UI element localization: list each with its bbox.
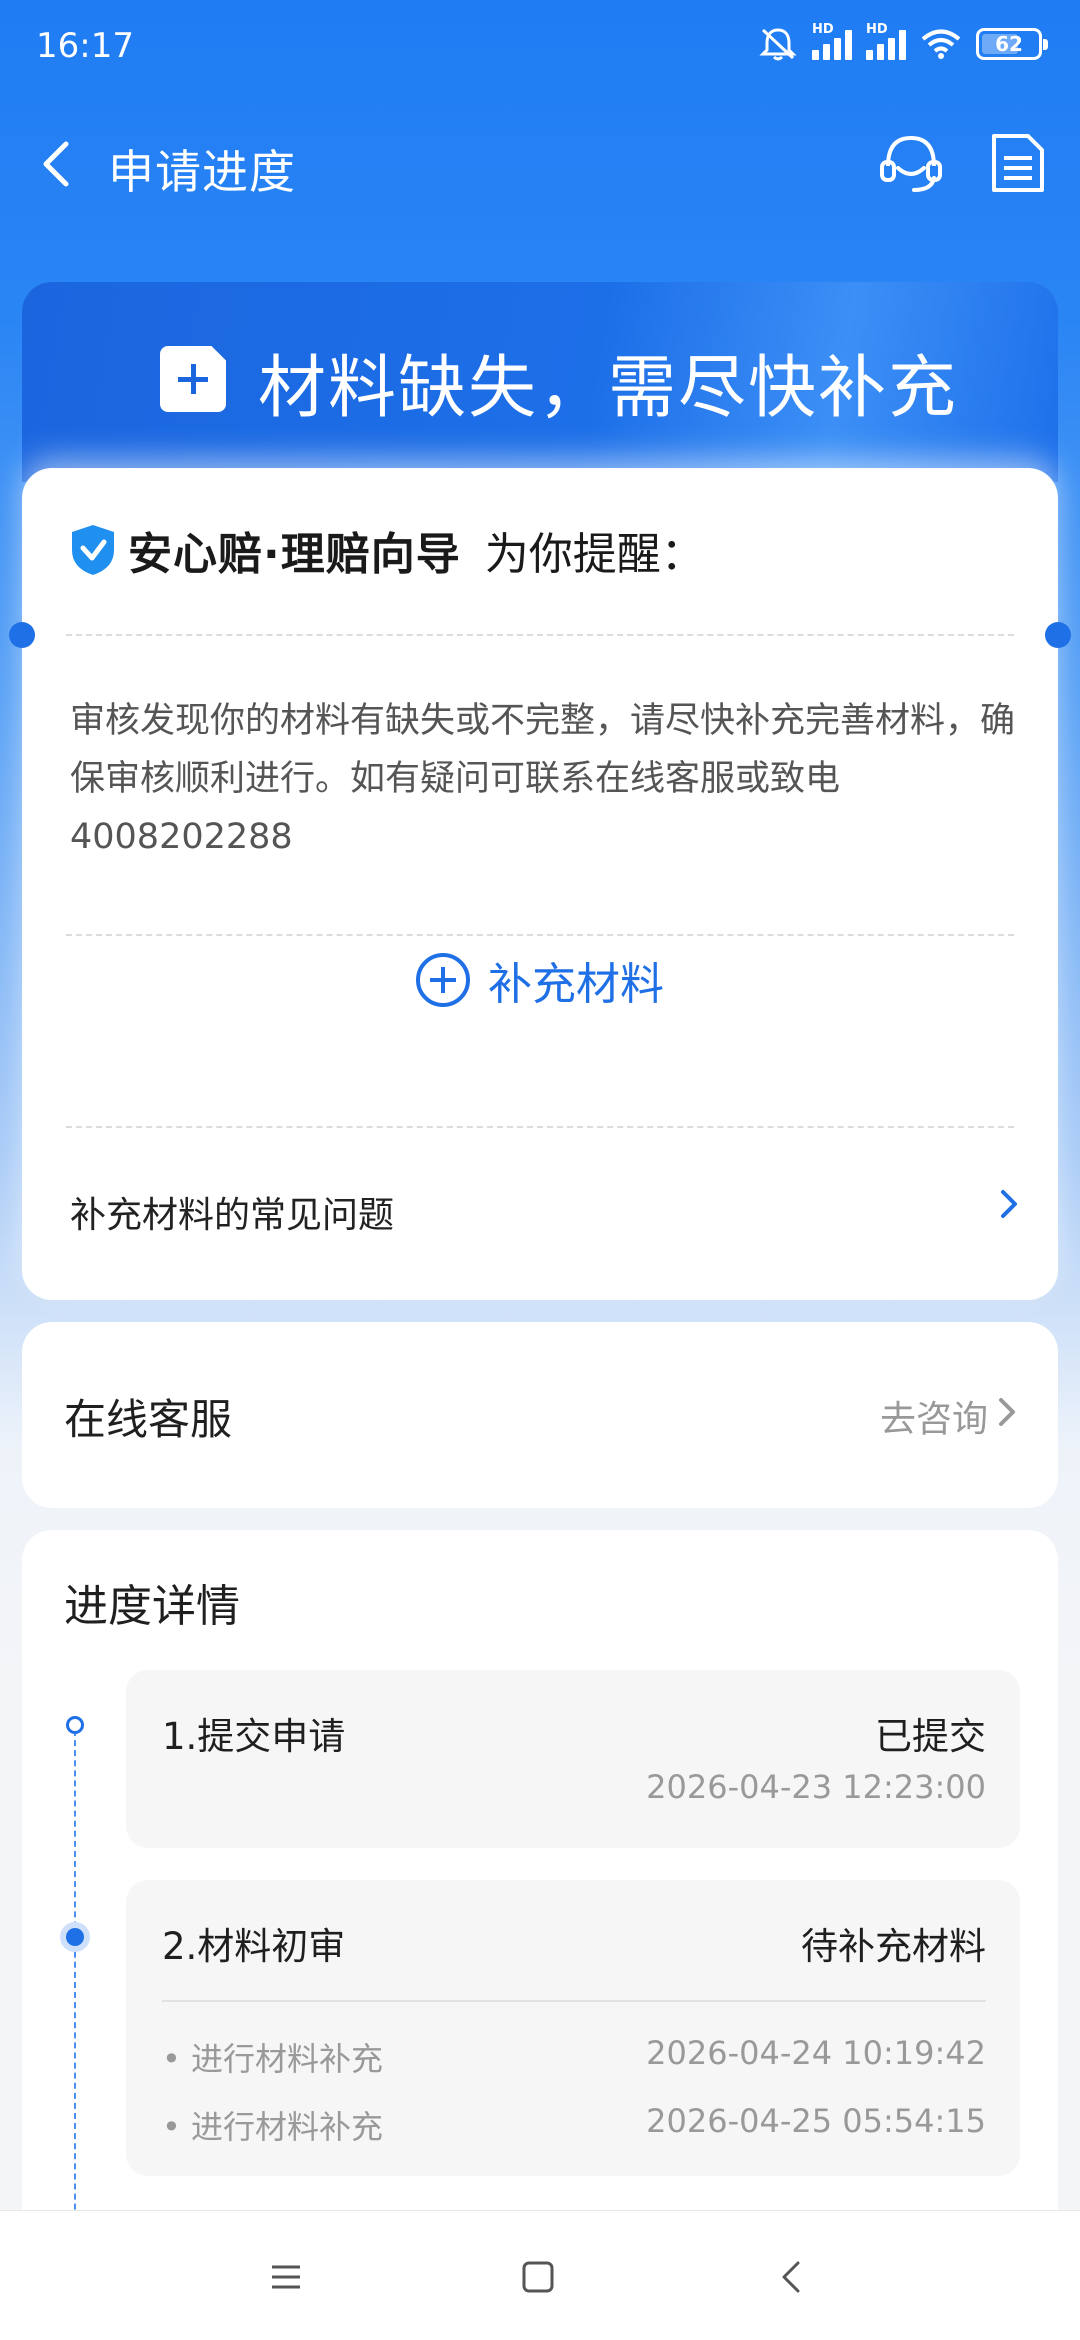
sub-step-time: 2026-04-24 10:19:42	[646, 2034, 986, 2072]
wifi-icon	[921, 29, 961, 59]
customer-service-icon[interactable]	[876, 128, 946, 198]
status-icons: HD HD 62	[758, 22, 1048, 62]
timeline-dot-active	[66, 1928, 84, 1946]
divider-notch-left	[9, 622, 35, 648]
battery-icon: 62	[976, 28, 1048, 60]
back-icon[interactable]	[30, 134, 90, 194]
progress-card: 进度详情 1.提交申请 已提交 2026-04-23 12:23:00 2.材料…	[22, 1530, 1058, 2230]
step-name: 1.提交申请	[162, 1715, 346, 1758]
remind-text: 为你提醒：	[484, 529, 705, 580]
supplement-label: 补充材料	[488, 959, 664, 1010]
divider	[162, 2000, 986, 2002]
status-time: 16:17	[36, 26, 134, 66]
notice-header: 安心赔·理赔向导 为你提醒：	[68, 518, 705, 582]
system-nav-bar	[0, 2210, 1080, 2340]
back-icon[interactable]	[772, 2257, 812, 2297]
step-name: 2.材料初审	[162, 1925, 346, 1968]
faq-link[interactable]: 补充材料的常见问题	[70, 1186, 394, 1238]
banner-title: 材料缺失，需尽快补充	[258, 349, 959, 428]
plus-circle-icon	[416, 953, 470, 1007]
status-bar: 16:17 HD HD 62	[0, 0, 1080, 100]
brand-name: 安心赔·理赔向导	[128, 529, 461, 580]
step-time: 2026-04-23 12:23:00	[646, 1768, 986, 1806]
sub-step: 进行材料补充 2026-04-25 05:54:15	[162, 2102, 986, 2148]
sub-step-label: 进行材料补充	[162, 2102, 383, 2148]
signal-icon: HD	[812, 22, 852, 60]
consult-link[interactable]: 去咨询	[880, 1390, 988, 1442]
progress-step: 2.材料初审 待补充材料 进行材料补充 2026-04-24 10:19:42 …	[126, 1880, 1020, 2176]
shield-check-icon	[72, 525, 114, 575]
document-icon[interactable]	[986, 130, 1050, 196]
online-service-label: 在线客服	[64, 1395, 233, 1444]
supplement-button[interactable]: 补充材料	[22, 948, 1058, 1012]
nav-bar: 申请进度	[0, 110, 1080, 220]
timeline-dot	[66, 1716, 84, 1734]
chevron-right-icon[interactable]	[994, 1392, 1020, 1432]
sub-step-label: 进行材料补充	[162, 2034, 383, 2080]
page-title: 申请进度	[108, 145, 296, 199]
progress-title: 进度详情	[64, 1581, 240, 1632]
notice-card: 安心赔·理赔向导 为你提醒： 审核发现你的材料有缺失或不完整，请尽快补充完善材料…	[9, 468, 1071, 1300]
signal-icon-2: HD	[866, 22, 906, 60]
home-icon[interactable]	[518, 2257, 558, 2297]
step-status: 已提交	[875, 1715, 986, 1758]
divider	[66, 634, 1014, 636]
sub-step: 进行材料补充 2026-04-24 10:19:42	[162, 2034, 986, 2080]
mute-bell-icon	[759, 28, 797, 61]
status-banner: 材料缺失，需尽快补充	[22, 282, 1058, 482]
plus-file-icon	[160, 346, 226, 412]
chevron-right-icon[interactable]	[994, 1184, 1024, 1224]
divider	[66, 1126, 1014, 1128]
sub-step-time: 2026-04-25 05:54:15	[646, 2102, 986, 2140]
notice-message: 审核发现你的材料有缺失或不完整，请尽快补充完善材料，确保审核顺利进行。如有疑问可…	[70, 701, 1016, 857]
menu-icon[interactable]	[266, 2257, 306, 2297]
divider	[66, 934, 1014, 936]
divider-notch-right	[1045, 622, 1071, 648]
timeline-line	[74, 1730, 76, 2230]
progress-step: 1.提交申请 已提交 2026-04-23 12:23:00	[126, 1670, 1020, 1848]
step-status: 待补充材料	[801, 1925, 986, 1968]
online-service-card[interactable]: 在线客服 去咨询	[22, 1322, 1058, 1508]
